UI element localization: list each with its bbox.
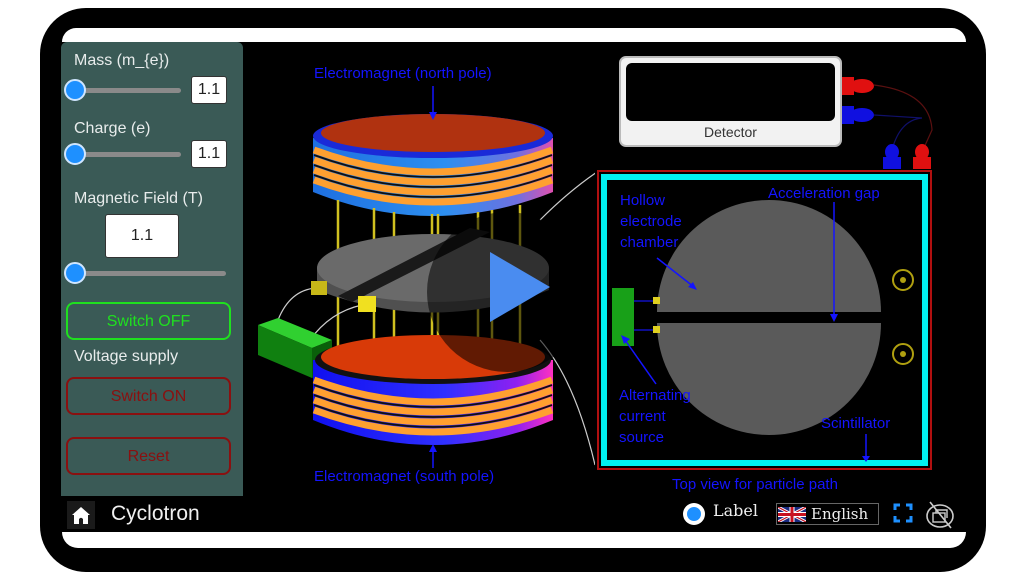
north-electromagnet [312,114,554,216]
ac-label-line: current [619,408,666,425]
magnetic-field-out-symbol [892,269,914,365]
south-pole-label: Electromagnet (south pole) [314,468,495,485]
play-button[interactable] [427,212,587,372]
uk-flag-icon [778,507,806,522]
ac-source-label: Alternating current source [619,385,691,448]
charge-slider-handle[interactable] [64,143,86,165]
hollow-electrode-label: Hollow electrode chamber [620,190,682,253]
hollow-label-line: chamber [620,234,679,251]
electrode-terminal [653,297,660,304]
language-text: English [811,505,869,523]
control-panel [61,42,243,496]
detector: Detector [619,56,842,147]
south-pointer-arrowhead [429,444,437,452]
mass-label: Mass (m_{e}) [74,52,170,69]
voltage-supply-label: Voltage supply [74,348,179,365]
north-pole-label: Electromagnet (north pole) [314,65,492,82]
radio-checked-icon [687,507,701,521]
magnetic-field-value-input[interactable]: 1.1 [105,214,179,258]
reset-button[interactable]: Reset [66,437,231,475]
detector-label: Detector [704,124,757,140]
magnetic-field-slider-track[interactable] [76,271,226,276]
top-view-caption: Top view for particle path [672,476,838,493]
scintillator-label: Scintillator [821,415,891,432]
label-toggle-text[interactable]: Label [713,501,758,520]
hollow-label-line: electrode [620,213,682,230]
ac-label-line: Alternating [619,387,691,404]
charge-slider-track[interactable] [76,152,181,157]
frame-bottom-bezel [62,532,966,548]
magnetic-field-label: Magnetic Field (T) [74,190,203,207]
switch-off-button[interactable]: Switch OFF [66,302,231,340]
hollow-label-line: Hollow [620,192,666,209]
switch-on-button[interactable]: Switch ON [66,377,231,415]
label-toggle[interactable] [683,503,705,525]
home-button[interactable] [67,501,95,529]
frame-top-bezel [62,28,966,42]
mass-slider-track[interactable] [76,88,181,93]
mass-value-input[interactable]: 1.1 [191,76,227,104]
language-selector[interactable]: English [776,503,879,525]
app-title: Cyclotron [111,502,200,525]
home-icon [72,507,90,524]
screenshot-disabled-icon[interactable] [924,500,956,530]
acceleration-gap-label: Acceleration gap [768,185,880,202]
electrode-terminal [653,326,660,333]
detector-screen [626,63,835,121]
cyclotron-side-view [258,86,595,468]
electrode-connector [358,296,376,312]
charge-label: Charge (e) [74,120,151,137]
electrode-connector [311,281,327,295]
magnetic-field-slider-handle[interactable] [64,262,86,284]
ac-label-line: source [619,429,665,446]
upper-dee [657,200,881,312]
fullscreen-icon[interactable] [893,503,913,523]
mass-slider-handle[interactable] [64,79,86,101]
detector-cables [842,77,933,169]
charge-value-input[interactable]: 1.1 [191,140,227,168]
